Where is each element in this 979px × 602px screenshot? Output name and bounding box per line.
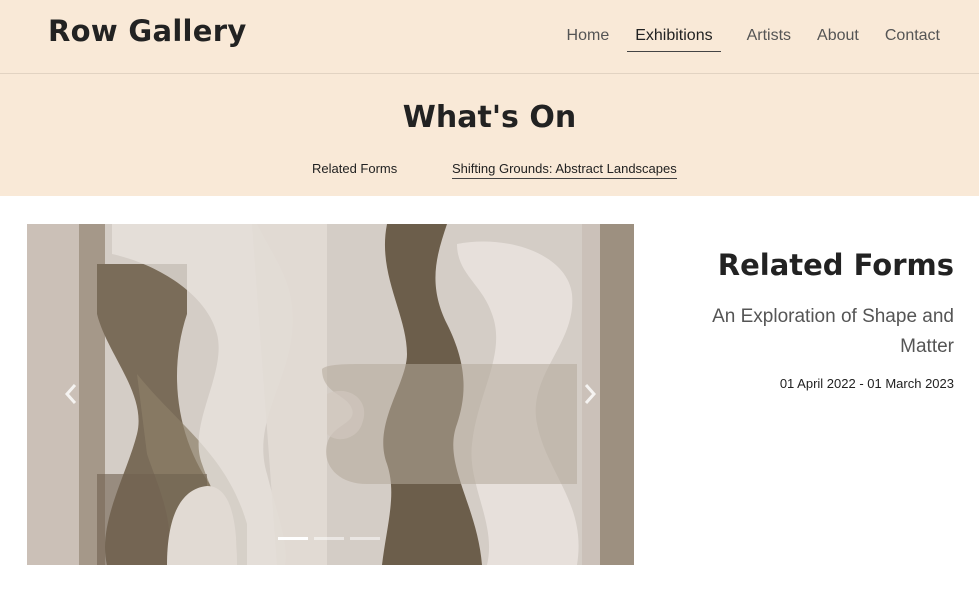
carousel-indicator-3[interactable]	[350, 537, 380, 540]
nav-about[interactable]: About	[817, 27, 859, 52]
chevron-right-icon	[584, 384, 597, 404]
carousel-indicators	[278, 537, 380, 540]
nav-artists[interactable]: Artists	[747, 27, 791, 52]
nav-contact[interactable]: Contact	[885, 27, 940, 52]
carousel-next-button[interactable]	[578, 379, 602, 409]
exhibition-info: Related Forms An Exploration of Shape an…	[674, 248, 954, 391]
artwork-image	[27, 224, 634, 565]
exhibition-title: Related Forms	[717, 248, 954, 282]
nav-home[interactable]: Home	[567, 27, 610, 52]
main-nav: Home Exhibitions Artists About Contact	[541, 27, 940, 52]
exhibition-subtitle: An Exploration of Shape and Matter	[712, 306, 954, 357]
chevron-left-icon	[64, 384, 77, 404]
tab-shifting-grounds[interactable]: Shifting Grounds: Abstract Landscapes	[452, 161, 677, 179]
exhibition-carousel[interactable]	[27, 224, 634, 565]
nav-exhibitions[interactable]: Exhibitions	[627, 27, 721, 52]
carousel-prev-button[interactable]	[59, 379, 83, 409]
tab-related-forms[interactable]: Related Forms	[312, 161, 397, 178]
site-header: Row Gallery Home Exhibitions Artists Abo…	[0, 0, 979, 74]
exhibition-dates: 01 April 2022 - 01 March 2023	[779, 376, 954, 391]
carousel-indicator-1[interactable]	[278, 537, 308, 540]
carousel-indicator-2[interactable]	[314, 537, 344, 540]
site-logo[interactable]: Row Gallery	[48, 14, 247, 48]
page-title: What's On	[402, 100, 577, 135]
whats-on-section: What's On Related Forms Shifting Grounds…	[0, 74, 979, 196]
